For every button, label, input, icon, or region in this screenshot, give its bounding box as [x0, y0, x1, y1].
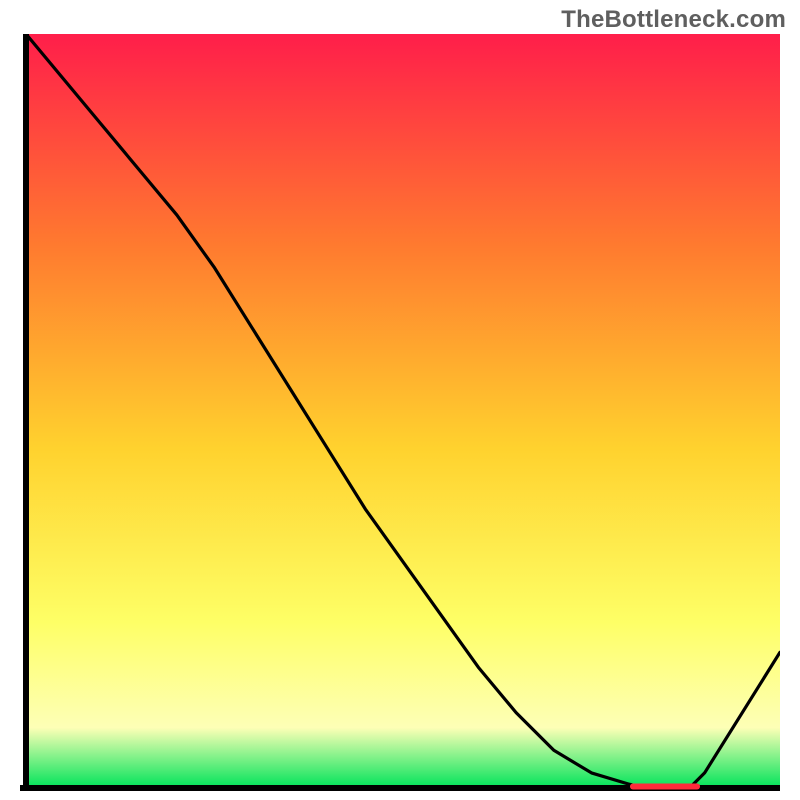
chart-svg	[20, 34, 780, 794]
plot-area	[20, 34, 780, 794]
chart-stage: TheBottleneck.com	[0, 0, 800, 800]
watermark-label: TheBottleneck.com	[561, 6, 786, 34]
gradient-background	[26, 34, 780, 788]
